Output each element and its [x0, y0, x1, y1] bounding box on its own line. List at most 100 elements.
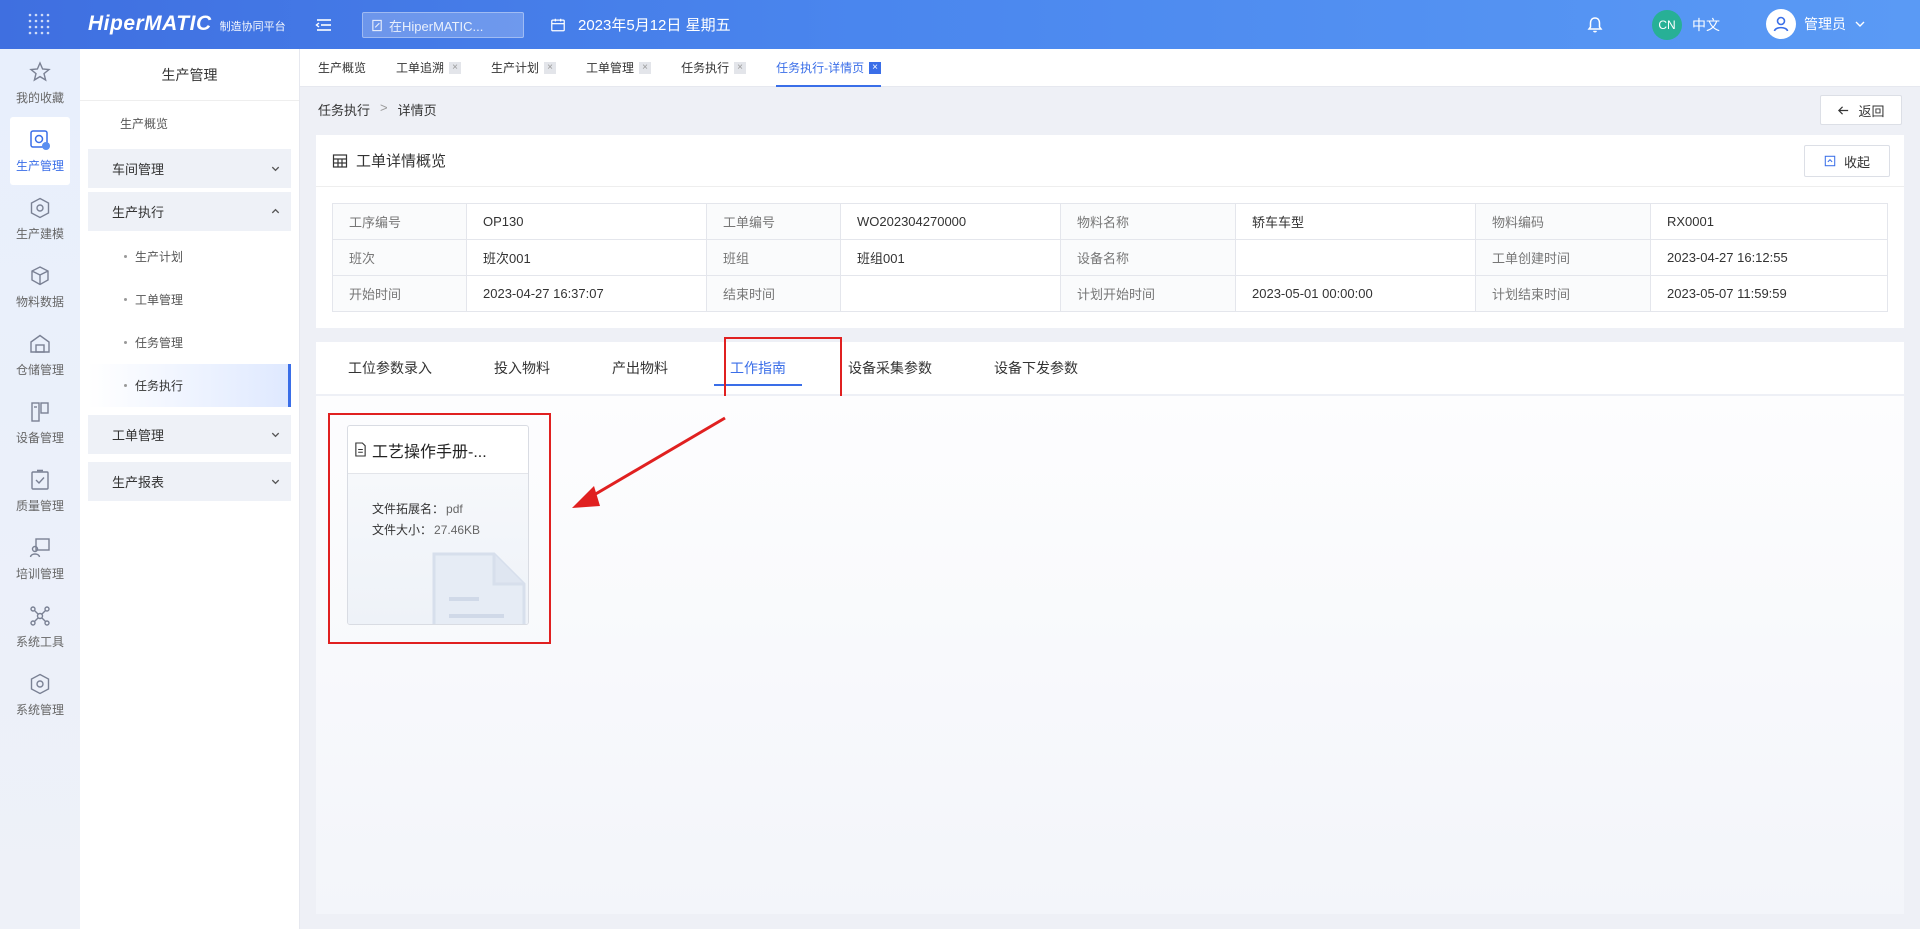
file-size-row: 文件大小： 27.46KB [372, 519, 528, 540]
field-label: 班次 [332, 239, 467, 276]
page-tabs: 生产概览 工单追溯 × 生产计划 × 工单管理 × 任务执行 × 任务执行-详情页 × [300, 49, 1920, 87]
tab-task-execution-detail[interactable]: 任务执行-详情页 × [776, 49, 882, 87]
arrow-left-icon [1838, 105, 1849, 115]
training-icon [29, 538, 50, 558]
field-label: 物料名称 [1060, 203, 1236, 240]
sidebar-group-execution[interactable]: 生产执行 [88, 192, 291, 231]
table-row: 工序编号 OP130 工单编号 WO202304270000 物料名称 轿车车型… [332, 203, 1888, 240]
collapse-button[interactable]: 收起 [1804, 145, 1890, 177]
field-value: 班组001 [840, 239, 1061, 276]
back-button[interactable]: 返回 [1820, 95, 1902, 125]
tab-station-params[interactable]: 工位参数录入 [348, 342, 432, 394]
tab-workorder[interactable]: 工单管理 × [586, 49, 652, 87]
logo-text: HiperMATIC [88, 12, 212, 35]
chevron-up-icon [271, 208, 280, 214]
tab-device-issue-params[interactable]: 设备下发参数 [994, 342, 1078, 394]
sidebar-group-report[interactable]: 生产报表 [88, 462, 291, 501]
settings-icon [30, 673, 50, 695]
sidebar-item-task-execution[interactable]: 任务执行 [88, 364, 291, 407]
menu-toggle-icon[interactable] [313, 14, 335, 36]
tab-trace[interactable]: 工单追溯 × [396, 49, 462, 87]
rail-item-training[interactable]: 培训管理 [0, 525, 80, 593]
field-label: 设备名称 [1060, 239, 1236, 276]
field-value: 2023-04-27 16:37:07 [466, 275, 707, 312]
calendar-icon [551, 18, 565, 31]
tab-label: 任务执行 [681, 61, 730, 75]
tab-label: 生产计划 [491, 61, 540, 75]
close-icon[interactable]: × [449, 61, 462, 74]
rail-item-warehouse[interactable]: 仓储管理 [0, 321, 80, 389]
file-card-header: 工艺操作手册-... [348, 426, 528, 474]
cube-icon [30, 197, 50, 219]
quality-icon [31, 469, 49, 490]
app-grid-icon[interactable] [0, 0, 80, 49]
bell-icon[interactable] [1585, 15, 1605, 35]
tab-device-collect-params[interactable]: 设备采集参数 [848, 342, 932, 394]
breadcrumb-parent[interactable]: 任务执行 [318, 100, 370, 119]
rail-item-material[interactable]: 物料数据 [0, 253, 80, 321]
tab-overview[interactable]: 生产概览 [318, 49, 366, 87]
close-icon[interactable]: × [734, 61, 747, 74]
file-card[interactable]: 工艺操作手册-... 文件拓展名： pdf 文件大小： 27.46KB [347, 425, 529, 625]
field-label: 计划结束时间 [1475, 275, 1651, 312]
chevron-down-icon [271, 432, 280, 438]
sidebar-title: 生产管理 [80, 49, 299, 101]
breadcrumb-current: 详情页 [397, 103, 437, 118]
tab-plan[interactable]: 生产计划 × [491, 49, 557, 87]
rail-item-modeling[interactable]: 生产建模 [0, 185, 80, 253]
sidebar-sub-label: 任务管理 [135, 336, 184, 350]
chevron-down-icon [271, 166, 280, 172]
rail-item-tools[interactable]: 系统工具 [0, 593, 80, 661]
rail-item-system[interactable]: 系统管理 [0, 661, 80, 729]
tools-icon [30, 606, 50, 626]
rail-item-production[interactable]: 生产管理 [10, 117, 70, 185]
search-input[interactable]: 在HiperMATIC... [362, 12, 524, 38]
rail-label: 我的收藏 [15, 91, 64, 105]
table-icon [332, 153, 348, 168]
field-label: 班组 [706, 239, 841, 276]
bullet-dot [124, 255, 127, 258]
sidebar-group-label: 车间管理 [112, 162, 165, 177]
field-label: 物料编码 [1475, 203, 1651, 240]
tab-label: 任务执行-详情页 [776, 61, 865, 75]
field-label: 工序编号 [332, 203, 467, 240]
content-tabs: 工位参数录入 投入物料 产出物料 工作指南 设备采集参数 设备下发参数 [316, 342, 1904, 394]
sidebar-group-label: 生产执行 [112, 205, 165, 220]
user-menu[interactable]: 管理员 [1766, 9, 1866, 39]
rail-label: 系统工具 [15, 635, 64, 649]
sidebar-item-workorder[interactable]: 工单管理 [88, 278, 291, 321]
file-ext-row: 文件拓展名： pdf [372, 498, 528, 519]
tab-input-material[interactable]: 投入物料 [494, 342, 550, 394]
back-label: 返回 [1858, 103, 1885, 119]
chevron-down-icon [1855, 21, 1865, 27]
rail-item-device[interactable]: 设备管理 [0, 389, 80, 457]
sidebar-item-overview[interactable]: 生产概览 [88, 101, 291, 145]
rail-item-favorites[interactable]: 我的收藏 [0, 49, 80, 117]
language-switch[interactable]: CN 中文 [1652, 10, 1720, 40]
rail-item-quality[interactable]: 质量管理 [0, 457, 80, 525]
field-value: WO202304270000 [840, 203, 1061, 240]
device-icon [31, 402, 49, 422]
tab-task-execution[interactable]: 任务执行 × [681, 49, 747, 87]
rail-label: 设备管理 [15, 431, 64, 445]
workorder-overview-card: 工单详情概览 收起 工序编号 OP130 工单编号 WO202304270000… [316, 135, 1904, 328]
sidebar-group-workshop[interactable]: 车间管理 [88, 149, 291, 188]
field-label: 工单创建时间 [1475, 239, 1651, 276]
search-placeholder: 在HiperMATIC... [389, 18, 484, 34]
close-icon[interactable]: × [869, 61, 882, 74]
sidebar-item-task[interactable]: 任务管理 [88, 321, 291, 364]
rail-label: 系统管理 [15, 703, 64, 717]
sidebar-item-plan[interactable]: 生产计划 [88, 235, 291, 278]
close-icon[interactable]: × [639, 61, 652, 74]
sidebar-group-workorder[interactable]: 工单管理 [88, 415, 291, 454]
field-value: 2023-04-27 16:12:55 [1650, 239, 1888, 276]
collapse-icon [1824, 155, 1836, 167]
tab-output-material[interactable]: 产出物料 [612, 342, 668, 394]
module-rail: 我的收藏 生产管理 生产建模 物料数据 仓储管理 设备管理 质量管理 培训管理 … [0, 49, 80, 929]
production-icon [30, 130, 50, 150]
field-value: 轿车车型 [1235, 203, 1476, 240]
close-icon[interactable]: × [544, 61, 557, 74]
language-badge: CN [1652, 10, 1682, 40]
rail-label: 培训管理 [15, 567, 64, 581]
language-label: 中文 [1692, 17, 1720, 33]
